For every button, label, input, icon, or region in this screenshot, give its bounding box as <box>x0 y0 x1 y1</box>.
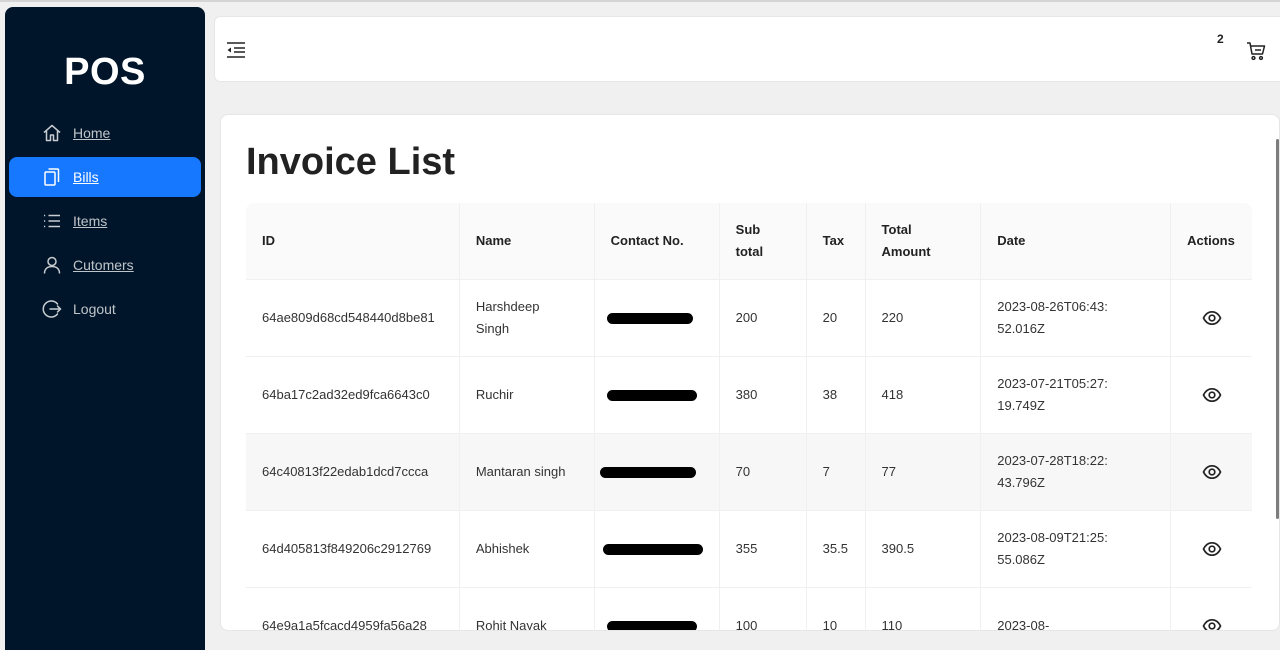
sidebar-item-label: Bills <box>73 169 99 185</box>
user-icon <box>42 255 62 275</box>
sidebar-item-items[interactable]: Items <box>9 201 201 241</box>
cell-date-text: 2023-07-28T18:22:43.796Z <box>997 453 1108 490</box>
cell-id: 64c40813f22edab1dcd7ccca <box>246 434 460 511</box>
cell-date: 2023-07-28T18:22:43.796Z <box>981 434 1172 511</box>
sidebar-item-label: Logout <box>73 301 116 317</box>
cell-date: 2023-07-21T05:27:19.749Z <box>981 357 1172 434</box>
cell-id: 64ae809d68cd548440d8be81 <box>246 280 460 357</box>
window-top-border <box>0 0 1280 2</box>
column-header-total: Total Amount <box>865 203 982 280</box>
view-eye-icon[interactable] <box>1187 616 1236 630</box>
cell-name-text: Harshdeep Singh <box>475 299 540 336</box>
column-header-label: Total Amount <box>881 222 931 259</box>
cell-contact-redacted <box>594 280 720 357</box>
main-content: Invoice List ID Name Contact No. Sub tot… <box>220 114 1280 631</box>
cell-contact-redacted <box>594 511 720 588</box>
top-header: 2 <box>214 16 1280 82</box>
table-row: 64e9a1a5fcacd4959fa56a28 Rohit Nayak 100… <box>246 588 1252 630</box>
cell-date: 2023-08- <box>981 588 1172 630</box>
cell-actions <box>1171 434 1252 511</box>
sidebar-item-bills[interactable]: Bills <box>9 157 201 197</box>
home-icon <box>42 123 62 143</box>
content-scrollbar[interactable] <box>1275 115 1279 630</box>
sidebar-item-logout[interactable]: Logout <box>9 289 201 329</box>
copy-icon <box>42 167 62 187</box>
sidebar-item-label: Items <box>73 213 108 229</box>
cell-tax: 38 <box>806 357 866 434</box>
view-eye-icon[interactable] <box>1187 539 1236 559</box>
cell-actions <box>1171 588 1252 630</box>
list-icon <box>42 211 62 231</box>
cell-name: Rohit Nayak <box>459 588 595 630</box>
redaction-mark <box>602 543 703 555</box>
sidebar-item-label: Cutomers <box>73 257 134 273</box>
column-header-id: ID <box>246 203 460 280</box>
cell-tax: 10 <box>806 588 866 630</box>
column-header-subtotal: Sub total <box>719 203 807 280</box>
cell-subtotal: 200 <box>719 280 807 357</box>
cart-count-badge: 2 <box>1217 32 1224 46</box>
page-title: Invoice List <box>246 141 456 183</box>
view-eye-icon[interactable] <box>1187 308 1236 328</box>
cell-subtotal: 355 <box>719 511 807 588</box>
table-row: 64c40813f22edab1dcd7ccca Mantaran singh … <box>246 434 1252 511</box>
sidebar: POS Home Bills Items Cutomers Logout <box>5 7 205 650</box>
cell-actions <box>1171 357 1252 434</box>
cell-contact-redacted <box>594 588 720 630</box>
column-header-label: Sub total <box>735 222 764 259</box>
app-logo: POS <box>64 51 146 93</box>
cell-contact-redacted <box>594 434 720 511</box>
table-row: 64d405813f849206c2912769 Abhishek 355 35… <box>246 511 1252 588</box>
view-eye-icon[interactable] <box>1187 385 1236 405</box>
cell-total: 77 <box>865 434 982 511</box>
redaction-mark <box>606 389 697 401</box>
logout-icon <box>42 299 62 319</box>
cell-total: 418 <box>865 357 982 434</box>
redaction-mark <box>606 312 693 324</box>
cell-date-text: 2023-08-09T21:25:55.086Z <box>997 530 1108 567</box>
cell-tax: 7 <box>806 434 866 511</box>
cell-actions <box>1171 511 1252 588</box>
redaction-mark <box>599 466 696 478</box>
sidebar-item-label: Home <box>73 125 111 141</box>
column-header-tax: Tax <box>806 203 866 280</box>
cell-id: 64ba17c2ad32ed9fca6643c0 <box>246 357 460 434</box>
cell-tax: 20 <box>806 280 866 357</box>
cell-contact-redacted <box>594 357 720 434</box>
cell-total: 220 <box>865 280 982 357</box>
column-header-name: Name <box>459 203 595 280</box>
table-row: 64ba17c2ad32ed9fca6643c0 Ruchir 380 38 4… <box>246 357 1252 434</box>
cell-tax: 35.5 <box>806 511 866 588</box>
cell-subtotal: 70 <box>719 434 807 511</box>
cell-date-text: 2023-08-26T06:43:52.016Z <box>997 299 1108 336</box>
invoice-table: ID Name Contact No. Sub total Tax Total … <box>246 203 1252 630</box>
column-header-date: Date <box>981 203 1172 280</box>
table-row: 64ae809d68cd548440d8be81 Harshdeep Singh… <box>246 280 1252 357</box>
redaction-mark <box>606 620 697 630</box>
cart-icon[interactable] <box>1246 41 1266 61</box>
cell-name: Ruchir <box>459 357 595 434</box>
cell-date: 2023-08-26T06:43:52.016Z <box>981 280 1172 357</box>
cell-id: 64d405813f849206c2912769 <box>246 511 460 588</box>
cell-total: 390.5 <box>865 511 982 588</box>
sidebar-item-home[interactable]: Home <box>9 113 201 153</box>
menu-fold-icon[interactable] <box>226 41 246 59</box>
column-header-actions: Actions <box>1171 203 1252 280</box>
table-header-row: ID Name Contact No. Sub total Tax Total … <box>246 203 1252 280</box>
cell-name: Abhishek <box>459 511 595 588</box>
cell-actions <box>1171 280 1252 357</box>
view-eye-icon[interactable] <box>1187 462 1236 482</box>
cell-date: 2023-08-09T21:25:55.086Z <box>981 511 1172 588</box>
column-header-contact: Contact No. <box>594 203 720 280</box>
cell-id: 64e9a1a5fcacd4959fa56a28 <box>246 588 460 630</box>
cell-subtotal: 100 <box>719 588 807 630</box>
cell-subtotal: 380 <box>719 357 807 434</box>
cell-name: Harshdeep Singh <box>459 280 595 357</box>
sidebar-item-customers[interactable]: Cutomers <box>9 245 201 285</box>
cell-date-text: 2023-07-21T05:27:19.749Z <box>997 376 1108 413</box>
scrollbar-thumb[interactable] <box>1276 139 1279 519</box>
cell-name: Mantaran singh <box>459 434 595 511</box>
cell-total: 110 <box>865 588 982 630</box>
